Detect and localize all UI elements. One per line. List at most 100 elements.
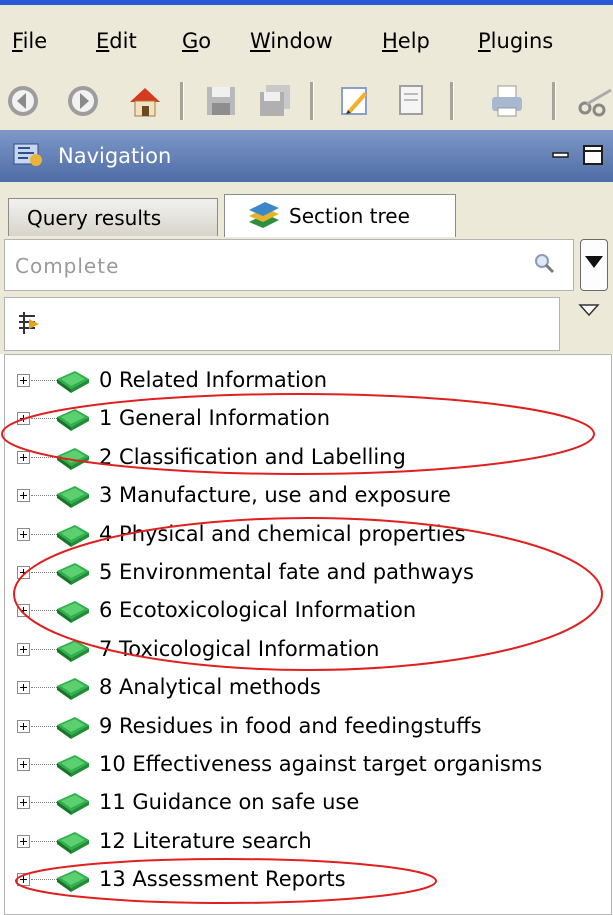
tree-connector — [31, 456, 57, 458]
expand-toggle-icon[interactable] — [17, 642, 30, 656]
book-icon — [57, 371, 89, 393]
expand-toggle-icon[interactable] — [17, 412, 30, 426]
expand-toggle-icon[interactable] — [17, 604, 30, 618]
expand-toggle-icon[interactable] — [17, 450, 30, 464]
menu-edit[interactable]: Edit — [96, 29, 137, 53]
minimize-icon[interactable] — [548, 142, 574, 168]
search-dropdown-button[interactable] — [580, 239, 608, 291]
tree-node[interactable]: 6 Ecotoxicological Information — [5, 591, 611, 629]
forward-icon[interactable] — [64, 82, 102, 120]
tree-node[interactable]: 8 Analytical methods — [5, 668, 611, 706]
tree-node-label: 3 Manufacture, use and exposure — [99, 483, 451, 508]
tree-node[interactable]: 2 Classification and Labelling — [5, 438, 611, 476]
document-icon[interactable] — [392, 82, 430, 120]
tree-node[interactable]: 9 Residues in food and feedingstuffs — [5, 707, 611, 745]
search-input-value: Complete — [15, 254, 120, 278]
tree-node[interactable]: 1 General Information — [5, 399, 611, 437]
tree-node-label: 12 Literature search — [99, 828, 312, 853]
tree-connector — [31, 610, 57, 612]
tree-node[interactable]: 10 Effectiveness against target organism… — [5, 745, 611, 783]
tree-node-label: 13 Assessment Reports — [99, 867, 346, 892]
tree-connector — [31, 840, 57, 842]
book-icon — [57, 716, 89, 739]
tree-node[interactable]: 13 Assessment Reports — [5, 860, 611, 898]
book-icon — [57, 831, 89, 854]
tree-node[interactable]: 11 Guidance on safe use — [5, 783, 611, 821]
menu-go[interactable]: Go — [182, 29, 211, 53]
tree-node-label: 7 Toxicological Information — [99, 636, 380, 661]
tree-node-label: 4 Physical and chemical properties — [99, 521, 466, 546]
menu-plugins[interactable]: Plugins — [478, 29, 553, 53]
menu-help[interactable]: Help — [382, 29, 430, 53]
maximize-icon[interactable] — [580, 142, 606, 168]
book-icon — [57, 755, 89, 777]
navigation-icon — [13, 143, 42, 166]
filter-field[interactable] — [4, 297, 560, 351]
tree-node[interactable]: 3 Manufacture, use and exposure — [5, 476, 611, 514]
book-icon — [57, 447, 89, 470]
tree-connector — [31, 495, 57, 497]
tree-connector — [31, 802, 57, 804]
tree-connector — [31, 572, 57, 573]
filter-icon — [19, 312, 39, 334]
expand-toggle-icon[interactable] — [17, 374, 30, 387]
tab-label: Section tree — [289, 204, 410, 228]
section-tree-icon — [249, 202, 279, 228]
tab-strip: Query results Section tree — [0, 182, 613, 237]
tree-connector — [31, 879, 57, 881]
toolbar — [0, 72, 613, 130]
tree-node-label: 2 Classification and Labelling — [99, 444, 406, 469]
tree-node-label: 8 Analytical methods — [99, 675, 321, 700]
book-icon — [57, 524, 89, 547]
tree-connector — [31, 533, 57, 535]
home-icon[interactable] — [126, 82, 164, 120]
book-icon — [57, 678, 89, 701]
chevron-down-icon — [585, 256, 603, 268]
expand-toggle-icon[interactable] — [17, 834, 30, 848]
tree-node[interactable]: 12 Literature search — [5, 822, 611, 860]
toolbar-separator — [552, 82, 556, 120]
view-menu-arrow-icon[interactable] — [578, 303, 600, 317]
section-tree: 0 Related Information 1 General Informati… — [4, 354, 612, 915]
book-icon — [57, 409, 89, 432]
tree-node[interactable]: 4 Physical and chemical properties — [5, 515, 611, 553]
menu-bar: File Edit Go Window Help Plugins — [0, 5, 613, 72]
book-icon — [57, 486, 89, 509]
filter-panel: Complete — [0, 237, 613, 354]
print-icon[interactable] — [488, 82, 526, 120]
toolbar-separator — [310, 82, 314, 120]
tree-node-label: 1 General Information — [99, 406, 331, 431]
tree-node[interactable]: 5 Environmental fate and pathways — [5, 553, 611, 591]
expand-toggle-icon[interactable] — [17, 873, 30, 887]
save-icon[interactable] — [202, 82, 240, 120]
search-icon[interactable] — [532, 251, 556, 275]
book-icon — [57, 563, 89, 585]
tree-node[interactable]: 0 Related Information — [5, 361, 611, 399]
back-icon[interactable] — [4, 82, 42, 120]
book-icon — [57, 639, 89, 662]
expand-toggle-icon[interactable] — [17, 681, 30, 695]
expand-toggle-icon[interactable] — [17, 719, 30, 733]
book-icon — [57, 870, 89, 893]
tree-connector — [31, 725, 57, 727]
search-input[interactable]: Complete — [4, 239, 574, 291]
menu-window[interactable]: Window — [250, 29, 333, 53]
expand-toggle-icon[interactable] — [17, 796, 30, 810]
expand-toggle-icon[interactable] — [17, 527, 30, 541]
view-title: Navigation — [58, 144, 172, 168]
tree-node-label: 10 Effectiveness against target organism… — [99, 752, 543, 776]
edit-icon[interactable] — [336, 82, 374, 120]
expand-toggle-icon[interactable] — [17, 758, 30, 771]
expand-toggle-icon[interactable] — [17, 489, 30, 503]
tree-node-label: 6 Ecotoxicological Information — [99, 598, 417, 623]
save-all-icon[interactable] — [256, 82, 294, 120]
tree-connector — [31, 380, 57, 381]
expand-toggle-icon[interactable] — [17, 566, 30, 579]
tab-section-tree[interactable]: Section tree — [224, 194, 456, 237]
tab-query-results[interactable]: Query results — [8, 198, 218, 236]
tree-node-label: 5 Environmental fate and pathways — [99, 560, 474, 584]
cut-icon[interactable] — [575, 82, 613, 120]
tree-node-label: 9 Residues in food and feedingstuffs — [99, 713, 482, 738]
tree-node[interactable]: 7 Toxicological Information — [5, 630, 611, 668]
menu-file[interactable]: File — [12, 29, 47, 53]
